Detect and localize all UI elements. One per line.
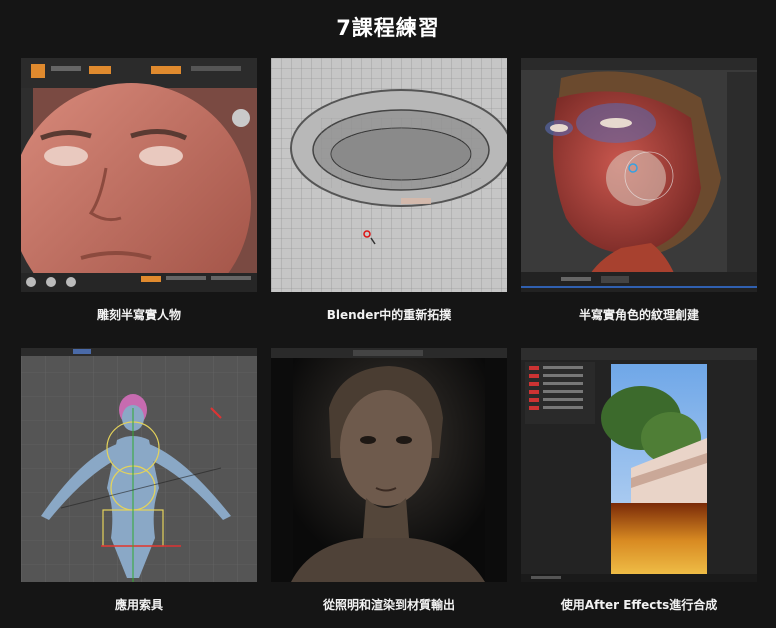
lesson-card-sculpting[interactable]: 雕刻半寫實人物 — [21, 58, 257, 322]
sculpting-screenshot — [21, 58, 257, 292]
lesson-thumbnail-lighting-rendering[interactable] — [271, 348, 507, 582]
lesson-caption: 半寫實角色的紋理創建 — [578, 308, 699, 322]
rigging-screenshot — [21, 348, 257, 582]
lesson-thumbnail-compositing[interactable] — [521, 348, 757, 582]
lesson-caption: 從照明和渲染到材質輸出 — [322, 598, 455, 612]
lesson-card-retopology[interactable]: Blender中的重新拓撲 — [271, 58, 507, 322]
lesson-caption: 應用索具 — [114, 598, 163, 612]
lesson-thumbnail-rigging[interactable] — [21, 348, 257, 582]
lesson-thumbnail-retopology[interactable] — [271, 58, 507, 292]
lesson-thumbnail-texturing[interactable] — [521, 58, 757, 292]
page-title: 7課程練習 — [336, 16, 440, 40]
rendering-screenshot — [271, 348, 507, 582]
lesson-caption: 雕刻半寫實人物 — [96, 308, 181, 322]
texturing-screenshot — [521, 58, 757, 292]
lesson-card-rigging[interactable]: 應用索具 — [21, 348, 257, 612]
retopology-screenshot — [271, 58, 507, 292]
lesson-card-lighting-rendering[interactable]: 從照明和渲染到材質輸出 — [271, 348, 507, 612]
lesson-caption: 使用After Effects進行合成 — [560, 598, 718, 612]
lesson-card-compositing[interactable]: 使用After Effects進行合成 — [521, 348, 757, 612]
lesson-card-texturing[interactable]: 半寫實角色的紋理創建 — [521, 58, 757, 322]
lesson-caption: Blender中的重新拓撲 — [326, 308, 452, 322]
compositing-screenshot — [521, 348, 757, 582]
lesson-thumbnail-sculpting[interactable] — [21, 58, 257, 292]
